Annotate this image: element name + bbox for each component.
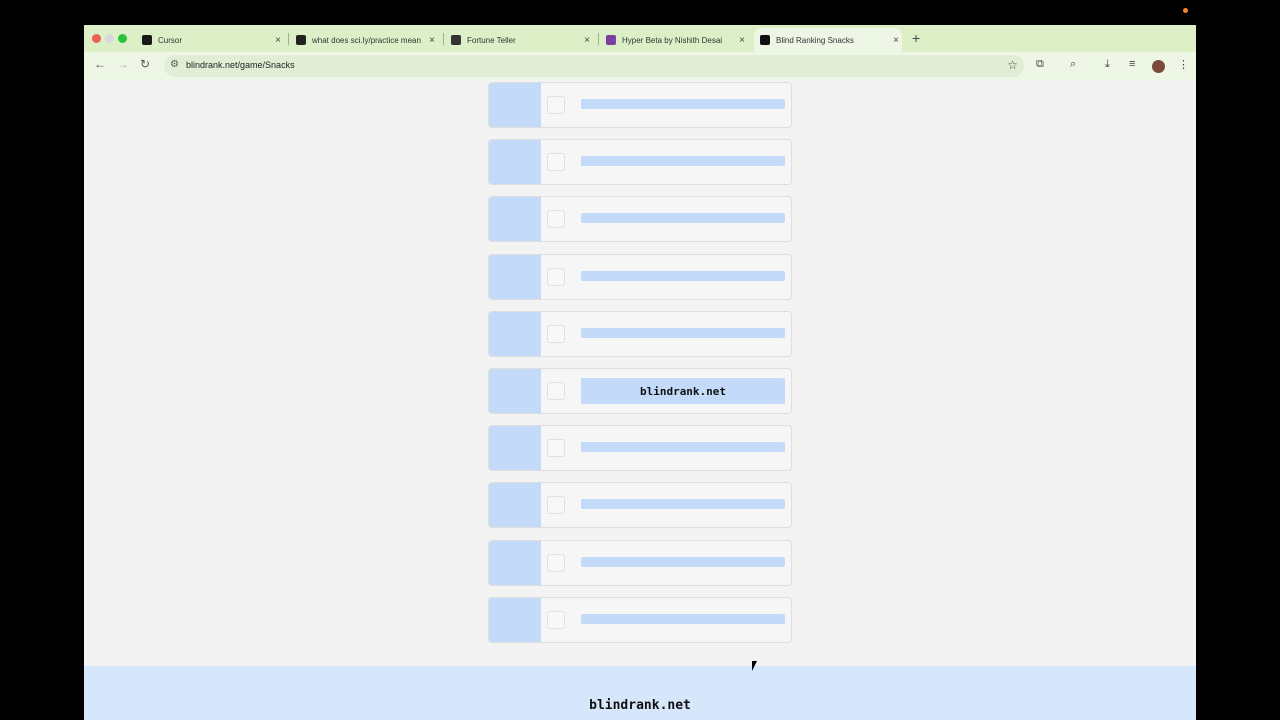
music-note-favicon-icon	[606, 35, 616, 45]
browser-window: Cursor × what does sci.ly/practice mean × Fo…	[84, 25, 1196, 720]
tab-bar: Cursor × what does sci.ly/practice mean × Fo…	[84, 25, 1196, 52]
rank-slot-label: blindrank.net	[581, 378, 785, 404]
site-footer: blindrank.net	[84, 666, 1196, 720]
rank-slot-checkbox[interactable]	[547, 439, 565, 458]
recording-indicator	[1183, 8, 1188, 13]
tab-4[interactable]: Hyper Beta by Nishith Desai ×	[600, 28, 748, 52]
rank-slot-checkbox[interactable]	[547, 496, 565, 515]
rank-slot-label-placeholder	[581, 270, 785, 281]
tab-separator	[288, 33, 289, 45]
tab-2[interactable]: what does sci.ly/practice mean ×	[290, 28, 438, 52]
bookmark-star-icon[interactable]: ☆	[1007, 58, 1018, 72]
rank-slot-image-placeholder	[489, 597, 541, 642]
rank-slot-image-placeholder	[489, 254, 541, 299]
new-tab-button[interactable]: +	[912, 30, 920, 46]
rank-slot-checkbox[interactable]	[547, 553, 565, 572]
rank-slot-checkbox[interactable]	[547, 210, 565, 229]
tab-title: what does sci.ly/practice mean	[312, 35, 421, 45]
rank-slot-label-placeholder	[581, 499, 785, 510]
rank-slot-row[interactable]	[488, 482, 792, 529]
download-icon[interactable]: ⤓	[1105, 58, 1110, 71]
tab-title: Fortune Teller	[467, 35, 516, 45]
tab-title: Blind Ranking Snacks	[776, 35, 854, 45]
mouse-cursor	[752, 661, 757, 671]
close-window-button[interactable]	[92, 34, 101, 43]
rank-slot-checkbox[interactable]	[547, 96, 565, 114]
rank-slot-row[interactable]	[488, 139, 792, 186]
profile-avatar[interactable]	[1152, 60, 1165, 73]
rank-slot-checkbox[interactable]	[547, 153, 565, 172]
rank-slot-row[interactable]	[488, 196, 792, 243]
rank-slot-image-placeholder	[489, 311, 541, 356]
close-tab-icon[interactable]: ×	[581, 35, 593, 46]
rank-slot-image-placeholder	[489, 540, 541, 585]
tab-separator	[443, 33, 444, 45]
rank-slot-row[interactable]	[488, 539, 792, 586]
rank-slot-row[interactable]	[488, 253, 792, 300]
tab-title: Cursor	[158, 35, 183, 45]
close-tab-icon[interactable]: ×	[426, 35, 438, 46]
rank-slot-image-placeholder	[489, 83, 541, 127]
site-info-icon[interactable]: ⚙	[170, 59, 179, 70]
rank-slot-label-placeholder	[581, 99, 785, 109]
page-content: blindrank.net blindrank.net	[84, 80, 1196, 720]
browser-toolbar: ← → ↻ ⚙ blindrank.net/game/Snacks ☆ ⧉ ⌕ …	[84, 52, 1196, 80]
rank-slot-label-placeholder	[581, 156, 785, 167]
rank-slot-image-placeholder	[489, 369, 541, 413]
footer-brand[interactable]: blindrank.net	[84, 698, 1196, 713]
rank-slot-label-placeholder	[581, 613, 785, 624]
extensions-icon[interactable]: ⧉	[1036, 58, 1044, 71]
rank-slot-label-placeholder	[581, 213, 785, 224]
rank-slot-row[interactable]	[488, 82, 792, 128]
reload-icon[interactable]: ↻	[140, 57, 150, 71]
address-bar[interactable]: ⚙ blindrank.net/game/Snacks ☆	[164, 55, 1024, 77]
rank-slot-label-placeholder	[581, 442, 785, 453]
rank-slot-checkbox[interactable]	[547, 382, 565, 400]
rank-slot-checkbox[interactable]	[547, 324, 565, 343]
rank-slot-image-placeholder	[489, 197, 541, 242]
rank-slot-label-placeholder	[581, 556, 785, 567]
close-tab-icon[interactable]: ×	[890, 35, 902, 46]
notion-favicon-icon	[451, 35, 461, 45]
tab-1[interactable]: Cursor ×	[136, 28, 284, 52]
rank-slot-checkbox[interactable]	[547, 267, 565, 286]
rank-slot-image-placeholder	[489, 426, 541, 471]
tab-5[interactable]: Blind Ranking Snacks ×	[754, 28, 902, 52]
rank-slot-image-placeholder	[489, 140, 541, 185]
notion-favicon-icon	[296, 35, 306, 45]
rank-slot-checkbox[interactable]	[547, 610, 565, 629]
tab-title: Hyper Beta by Nishith Desai	[622, 35, 723, 45]
close-tab-icon[interactable]: ×	[272, 35, 284, 46]
back-arrow-icon[interactable]: ←	[94, 57, 106, 71]
close-tab-icon[interactable]: ×	[736, 35, 748, 46]
minimize-window-button[interactable]	[105, 34, 114, 43]
maximize-window-button[interactable]	[118, 34, 127, 43]
tab-separator	[598, 33, 599, 45]
rank-slot-label-placeholder	[581, 327, 785, 338]
blindrank-favicon-icon	[760, 35, 770, 45]
rank-slot-row[interactable]	[488, 596, 792, 643]
menu-kebab-icon[interactable]: ⋮	[1178, 58, 1189, 71]
rank-slot-row[interactable]: blindrank.net	[488, 368, 792, 414]
rank-slot-row[interactable]	[488, 425, 792, 472]
media-controls-icon[interactable]: ≡	[1129, 58, 1135, 70]
rank-slot-image-placeholder	[489, 483, 541, 528]
rank-slot-row[interactable]	[488, 310, 792, 357]
tab-search-icon[interactable]: ⌕	[1070, 58, 1076, 71]
tab-3[interactable]: Fortune Teller ×	[445, 28, 593, 52]
url-text[interactable]: blindrank.net/game/Snacks	[186, 60, 295, 70]
cursor-favicon-icon	[142, 35, 152, 45]
forward-arrow-icon[interactable]: →	[117, 57, 129, 71]
